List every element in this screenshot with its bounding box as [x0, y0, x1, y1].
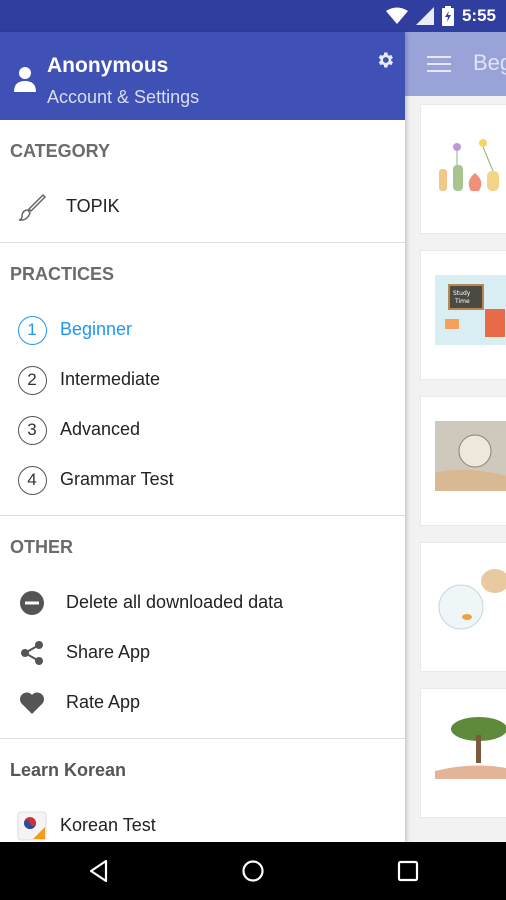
- heart-icon: [16, 687, 48, 719]
- drawer-item-label: Intermediate: [60, 369, 161, 389]
- status-bar: 5:55: [0, 0, 506, 32]
- background-card[interactable]: [420, 396, 506, 526]
- share-icon: [16, 637, 48, 669]
- drawer-item-topik[interactable]: TOPIK: [0, 182, 405, 232]
- recents-icon[interactable]: [395, 858, 421, 884]
- battery-icon: [441, 6, 454, 26]
- number-4-icon: 4: [16, 464, 48, 496]
- number-2-icon: 2: [16, 364, 48, 396]
- background-toolbar-title: Beg: [473, 50, 506, 75]
- svg-text:Study: Study: [453, 290, 471, 297]
- background-toolbar: Beg: [405, 32, 506, 96]
- drawer-item-delete-data[interactable]: Delete all downloaded data: [0, 578, 405, 628]
- drawer-item-label: Korean Test: [60, 815, 156, 835]
- drawer-item-label: Rate App: [66, 692, 141, 712]
- remove-circle-icon: [16, 587, 48, 619]
- section-title-other: OTHER: [10, 537, 73, 557]
- background-card[interactable]: [420, 542, 506, 672]
- navigation-drawer: Anonymous Account & Settings CATEGORY TO…: [0, 32, 405, 842]
- menu-icon[interactable]: [427, 56, 451, 72]
- drawer-item-label: Beginner: [60, 319, 133, 339]
- person-icon: [14, 67, 36, 92]
- home-icon[interactable]: [240, 858, 266, 884]
- drawer-item-rate-app[interactable]: Rate App: [0, 678, 405, 728]
- korean-flag-icon: [16, 810, 48, 842]
- fishbowl-cat-image: [438, 569, 506, 630]
- drawer-item-label: Grammar Test: [60, 469, 174, 489]
- drawer-item-intermediate[interactable]: 2 Intermediate: [0, 355, 405, 405]
- drawer-item-label: Delete all downloaded data: [66, 592, 284, 612]
- background-card[interactable]: Study Time: [420, 250, 506, 380]
- drawer-item-label: Advanced: [60, 419, 141, 439]
- wifi-icon: [385, 7, 408, 24]
- section-title-practices: PRACTICES: [10, 264, 115, 284]
- section-title-learn-korean: Learn Korean: [10, 760, 127, 780]
- vases-image: [439, 139, 499, 191]
- account-settings-link[interactable]: Account & Settings: [47, 87, 199, 108]
- drawer-item-advanced[interactable]: 3 Advanced: [0, 405, 405, 455]
- drawer-item-beginner[interactable]: 1 Beginner: [0, 305, 405, 355]
- cell-signal-icon: [415, 7, 434, 25]
- number-1-icon: 1: [16, 314, 48, 346]
- svg-text:Time: Time: [454, 298, 470, 305]
- background-card[interactable]: [420, 688, 506, 818]
- section-title-category: CATEGORY: [10, 141, 111, 161]
- status-time: 5:55: [461, 6, 496, 25]
- number-3-icon: 3: [16, 414, 48, 446]
- drawer-item-share-app[interactable]: Share App: [0, 628, 405, 678]
- drawer-item-label: Share App: [66, 642, 151, 662]
- background-app: Beg StudyTime: [405, 32, 506, 842]
- account-name: Anonymous: [47, 54, 169, 77]
- tree-hand-image: [435, 717, 506, 779]
- drawer-header[interactable]: Anonymous Account & Settings: [0, 32, 405, 120]
- brush-icon: [16, 191, 48, 223]
- background-card[interactable]: [420, 104, 506, 234]
- drawer-item-grammar-test[interactable]: 4 Grammar Test: [0, 455, 405, 505]
- gear-icon[interactable]: [375, 50, 395, 70]
- clock-hand-image: [435, 421, 506, 491]
- drawer-item-label: TOPIK: [66, 196, 120, 216]
- study-time-image: StudyTime: [435, 275, 506, 345]
- system-navigation-bar: [0, 842, 506, 900]
- back-icon[interactable]: [86, 858, 112, 884]
